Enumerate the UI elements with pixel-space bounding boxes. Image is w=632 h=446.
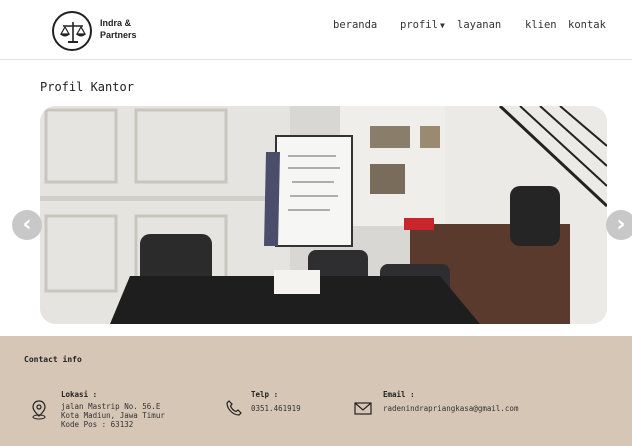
nav-klien[interactable]: klien bbox=[525, 19, 557, 31]
address-line-1: jalan Mastrip No. 56.E bbox=[61, 402, 161, 411]
email-label: Email : bbox=[383, 390, 415, 399]
footer-title: Contact info bbox=[24, 355, 82, 364]
nav-kontak[interactable]: kontak bbox=[568, 19, 606, 31]
location-pin-icon bbox=[32, 400, 46, 420]
site-header: Indra & Partners beranda profil ▼ layanan… bbox=[0, 0, 632, 60]
contact-footer: Contact info Lokasi : jalan Mastrip No. … bbox=[0, 336, 632, 446]
phone-number[interactable]: 0351.461919 bbox=[251, 404, 301, 413]
phone-label: Telp : bbox=[251, 390, 279, 399]
office-photo-carousel[interactable] bbox=[40, 106, 607, 324]
header-divider bbox=[0, 59, 632, 60]
chevron-down-icon: ▼ bbox=[439, 21, 445, 30]
brand-name: Indra & Partners bbox=[100, 17, 137, 41]
brand-name-line1: Indra & bbox=[100, 18, 132, 28]
location-label: Lokasi : bbox=[61, 390, 98, 399]
nav-profil-label: profil bbox=[400, 19, 438, 31]
nav-beranda[interactable]: beranda bbox=[333, 19, 377, 31]
nav-profil[interactable]: profil ▼ bbox=[400, 19, 445, 31]
nav-layanan[interactable]: layanan bbox=[457, 19, 501, 31]
office-photo bbox=[40, 106, 607, 324]
envelope-icon bbox=[354, 402, 372, 415]
brand-name-line2: Partners bbox=[100, 30, 137, 40]
brand-logo[interactable]: Indra & Partners bbox=[52, 10, 146, 51]
address-line-3: Kode Pos : 63132 bbox=[61, 420, 134, 429]
chevron-left-icon[interactable]: ‹ bbox=[12, 210, 42, 240]
chevron-right-icon[interactable]: › bbox=[606, 210, 632, 240]
address-line-2: Kota Madiun, Jawa Timur bbox=[61, 411, 165, 420]
page-title: Profil Kantor bbox=[40, 80, 134, 94]
scales-of-justice-icon bbox=[52, 11, 92, 51]
email-address[interactable]: radenindrapriangkasa@gmail.com bbox=[383, 404, 518, 413]
phone-icon bbox=[226, 400, 242, 416]
